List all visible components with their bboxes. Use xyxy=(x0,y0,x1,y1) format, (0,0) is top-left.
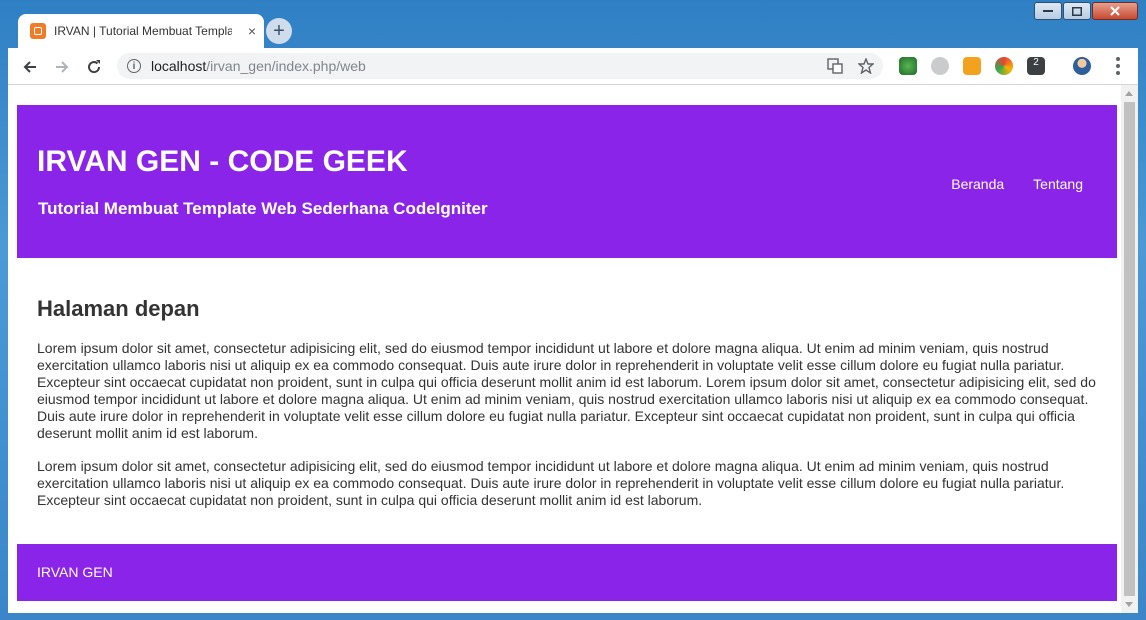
nav-link-tentang[interactable]: Tentang xyxy=(1033,176,1083,192)
tab-title: IRVAN | Tutorial Membuat Template Web Se… xyxy=(54,24,232,38)
browser-window: IRVAN | Tutorial Membuat Template Web Se… xyxy=(0,0,1146,620)
vertical-scrollbar[interactable] xyxy=(1121,85,1138,613)
page-viewport: IRVAN GEN - CODE GEEK Tutorial Membuat T… xyxy=(8,85,1138,613)
browser-toolbar: i localhost/irvan_gen/index.php/web 2 xyxy=(8,48,1138,85)
web-page: IRVAN GEN - CODE GEEK Tutorial Membuat T… xyxy=(17,105,1117,601)
url-path: /irvan_gen/index.php/web xyxy=(206,58,366,74)
page-heading: Halaman depan xyxy=(37,296,200,321)
content-paragraph: Lorem ipsum dolor sit amet, consectetur … xyxy=(37,340,1096,441)
new-tab-button[interactable]: + xyxy=(266,18,292,44)
site-footer: IRVAN GEN xyxy=(17,544,1117,601)
site-title: IRVAN GEN - CODE GEEK xyxy=(37,145,408,178)
url-host: localhost xyxy=(151,58,207,74)
xampp-favicon-icon xyxy=(30,23,46,39)
scrollbar-thumb[interactable] xyxy=(1124,102,1135,596)
reload-icon[interactable] xyxy=(84,57,104,77)
bookmark-star-icon[interactable] xyxy=(857,57,875,75)
site-subtitle: Tutorial Membuat Template Web Sederhana … xyxy=(38,199,488,218)
scroll-up-arrow-icon[interactable] xyxy=(1125,91,1133,96)
address-bar[interactable]: i localhost/irvan_gen/index.php/web xyxy=(117,53,883,79)
footer-text: IRVAN GEN xyxy=(37,564,113,580)
extension-globe-icon[interactable] xyxy=(899,57,917,75)
site-info-icon[interactable]: i xyxy=(127,59,141,73)
back-arrow-icon[interactable] xyxy=(20,57,40,77)
main-content: Halaman depan Lorem ipsum dolor sit amet… xyxy=(17,258,1117,508)
extension-badge-icon[interactable]: 2 xyxy=(1027,57,1045,75)
profile-avatar[interactable] xyxy=(1073,57,1091,75)
translate-icon[interactable] xyxy=(827,58,843,74)
extension-sync-icon[interactable] xyxy=(995,57,1013,75)
site-nav: Beranda Tentang xyxy=(951,176,1083,192)
tab-strip: IRVAN | Tutorial Membuat Template Web Se… xyxy=(8,14,1138,48)
scroll-down-arrow-icon[interactable] xyxy=(1125,602,1133,607)
browser-menu-icon[interactable] xyxy=(1116,57,1120,75)
extension-gray-globe-icon[interactable] xyxy=(931,57,949,75)
content-paragraph: Lorem ipsum dolor sit amet, consectetur … xyxy=(37,458,1065,508)
forward-arrow-icon[interactable] xyxy=(52,57,72,77)
tab-close-icon[interactable]: × xyxy=(248,24,256,38)
extension-orange-icon[interactable] xyxy=(963,57,981,75)
browser-tab[interactable]: IRVAN | Tutorial Membuat Template Web Se… xyxy=(18,14,264,48)
site-header: IRVAN GEN - CODE GEEK Tutorial Membuat T… xyxy=(17,105,1117,258)
nav-link-beranda[interactable]: Beranda xyxy=(951,176,1004,192)
url-text: localhost/irvan_gen/index.php/web xyxy=(151,58,366,74)
